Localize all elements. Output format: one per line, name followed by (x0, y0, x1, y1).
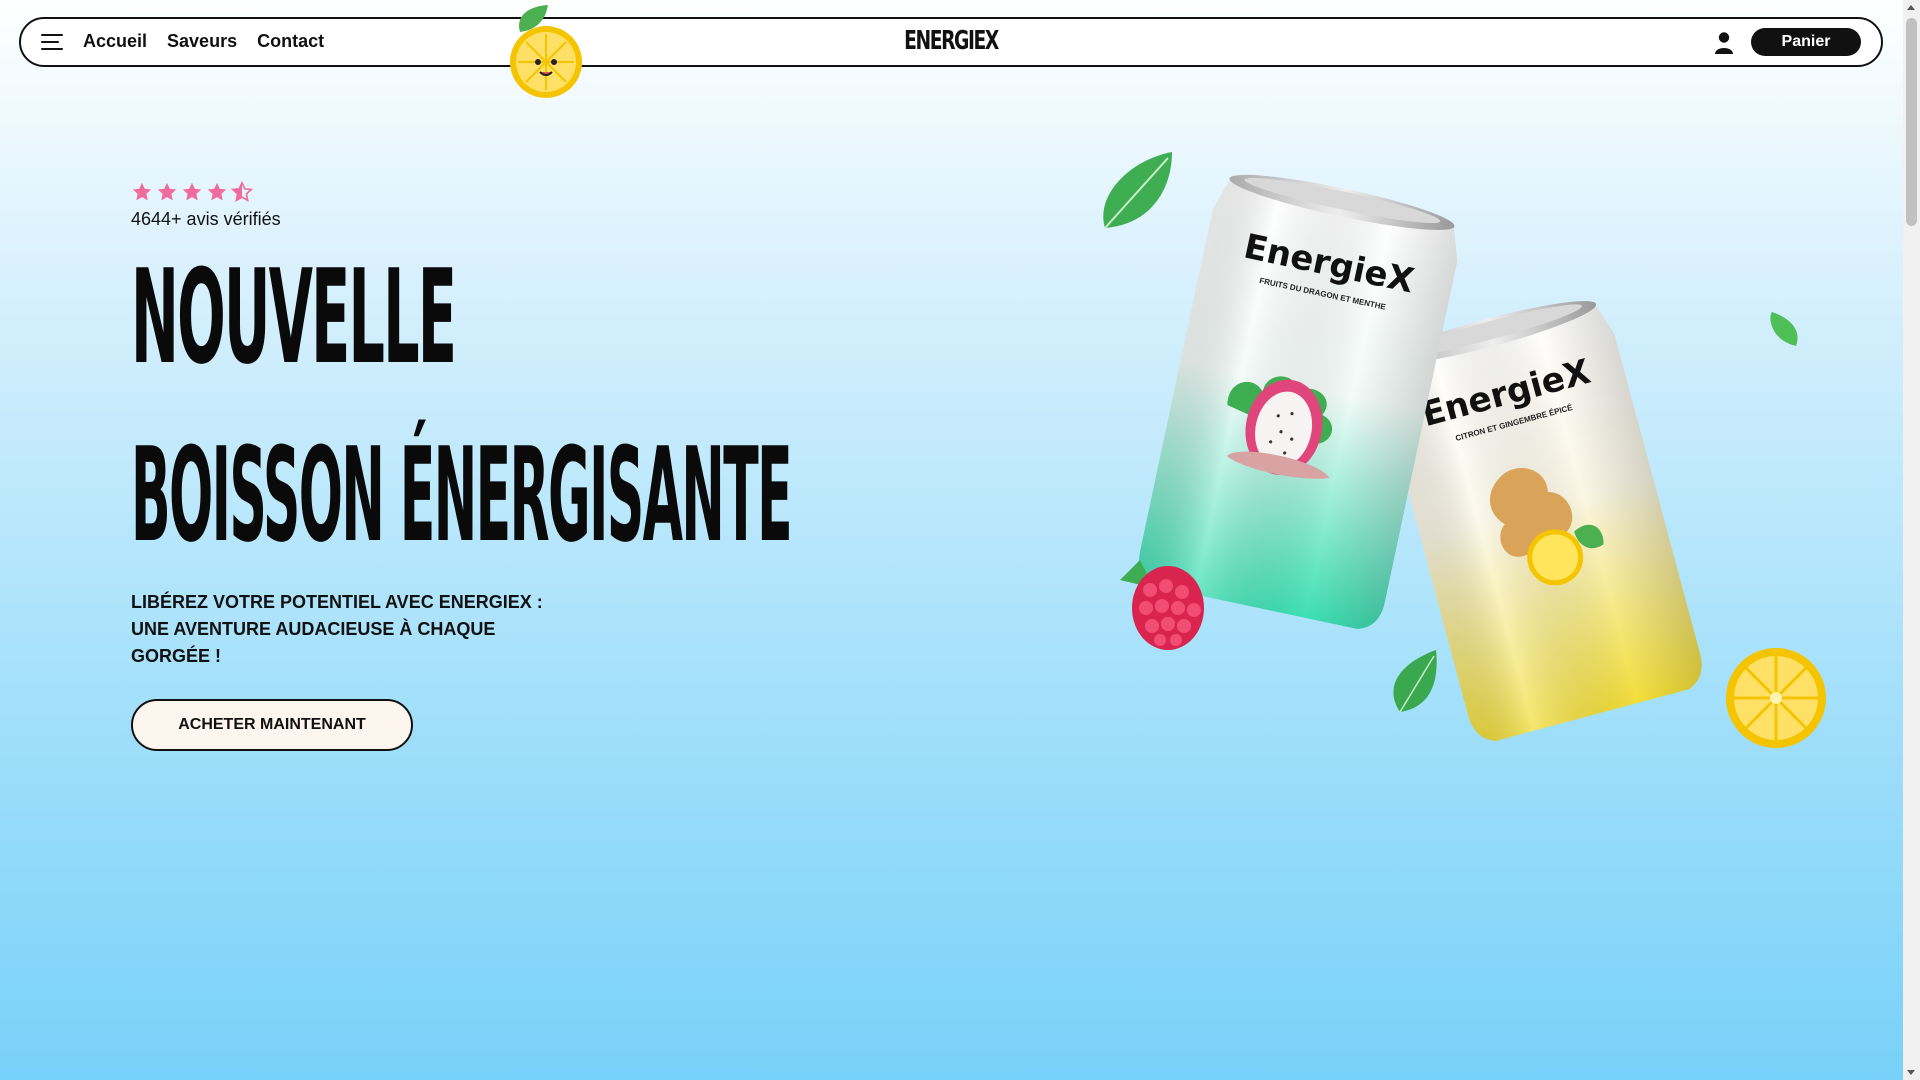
brand-logo[interactable]: ENERGIEX (886, 26, 1016, 56)
rating-stars (131, 181, 253, 203)
buy-now-button[interactable]: ACHETER MAINTENANT (131, 699, 413, 751)
lemon-slice (1726, 648, 1826, 748)
nav-link-contact[interactable]: Contact (257, 31, 324, 52)
star-icon (157, 182, 177, 201)
star-icon (207, 182, 227, 201)
nav-link-saveurs[interactable]: Saveurs (167, 31, 237, 52)
hero-subtitle: Libérez votre potentiel avec EnergieX : … (131, 592, 543, 666)
menu-icon[interactable] (41, 34, 65, 52)
mint-leaf-bottom (1393, 650, 1437, 713)
can-brand-label: EnergieX (1240, 227, 1417, 302)
headline-line-1: NOUVELLE (131, 241, 457, 393)
nav-link-accueil[interactable]: Accueil (83, 31, 147, 52)
headline-line-2: BOISSON ÉNERGISANTE (131, 419, 793, 571)
can-flavor-label: CITRON ET GINGEMBRE ÉPICÉ (1454, 403, 1574, 443)
star-icon (132, 182, 152, 201)
reviews-count: 4644+ avis vérifiés (131, 209, 281, 229)
scroll-down-icon[interactable] (1907, 1070, 1915, 1075)
mint-leaf-small-right (1770, 312, 1798, 346)
mint-leaf-large (1103, 152, 1172, 229)
page: Accueil Saveurs Contact ENERGIEX Panier … (0, 0, 1903, 1080)
top-navbar: Accueil Saveurs Contact ENERGIEX Panier (19, 17, 1883, 67)
can-flavor-label: FRUITS DU DRAGON ET MENTHE (1259, 276, 1388, 312)
can-brand-label: EnergieX (1418, 352, 1595, 435)
star-icon (182, 182, 202, 201)
star-half-icon (231, 181, 253, 202)
cart-button[interactable]: Panier (1751, 28, 1861, 56)
vertical-scrollbar[interactable] (1903, 0, 1920, 1080)
scroll-up-icon[interactable] (1907, 5, 1915, 10)
can-dragonfruit-mint: EnergieX FRUITS DU DRAGON ET MENTHE (1139, 174, 1458, 629)
brand-logo-text: ENERGIEX (904, 26, 999, 56)
scrollbar-thumb[interactable] (1906, 18, 1917, 226)
hero-headline: NOUVELLE BOISSON ÉNERGISANTE (131, 241, 868, 560)
nav-links: Accueil Saveurs Contact (83, 31, 324, 52)
user-icon[interactable] (1713, 31, 1735, 55)
raspberry (1120, 560, 1204, 650)
can-lemon-ginger: EnergieX CITRON ET GINGEMBRE ÉPICÉ (1382, 301, 1702, 741)
